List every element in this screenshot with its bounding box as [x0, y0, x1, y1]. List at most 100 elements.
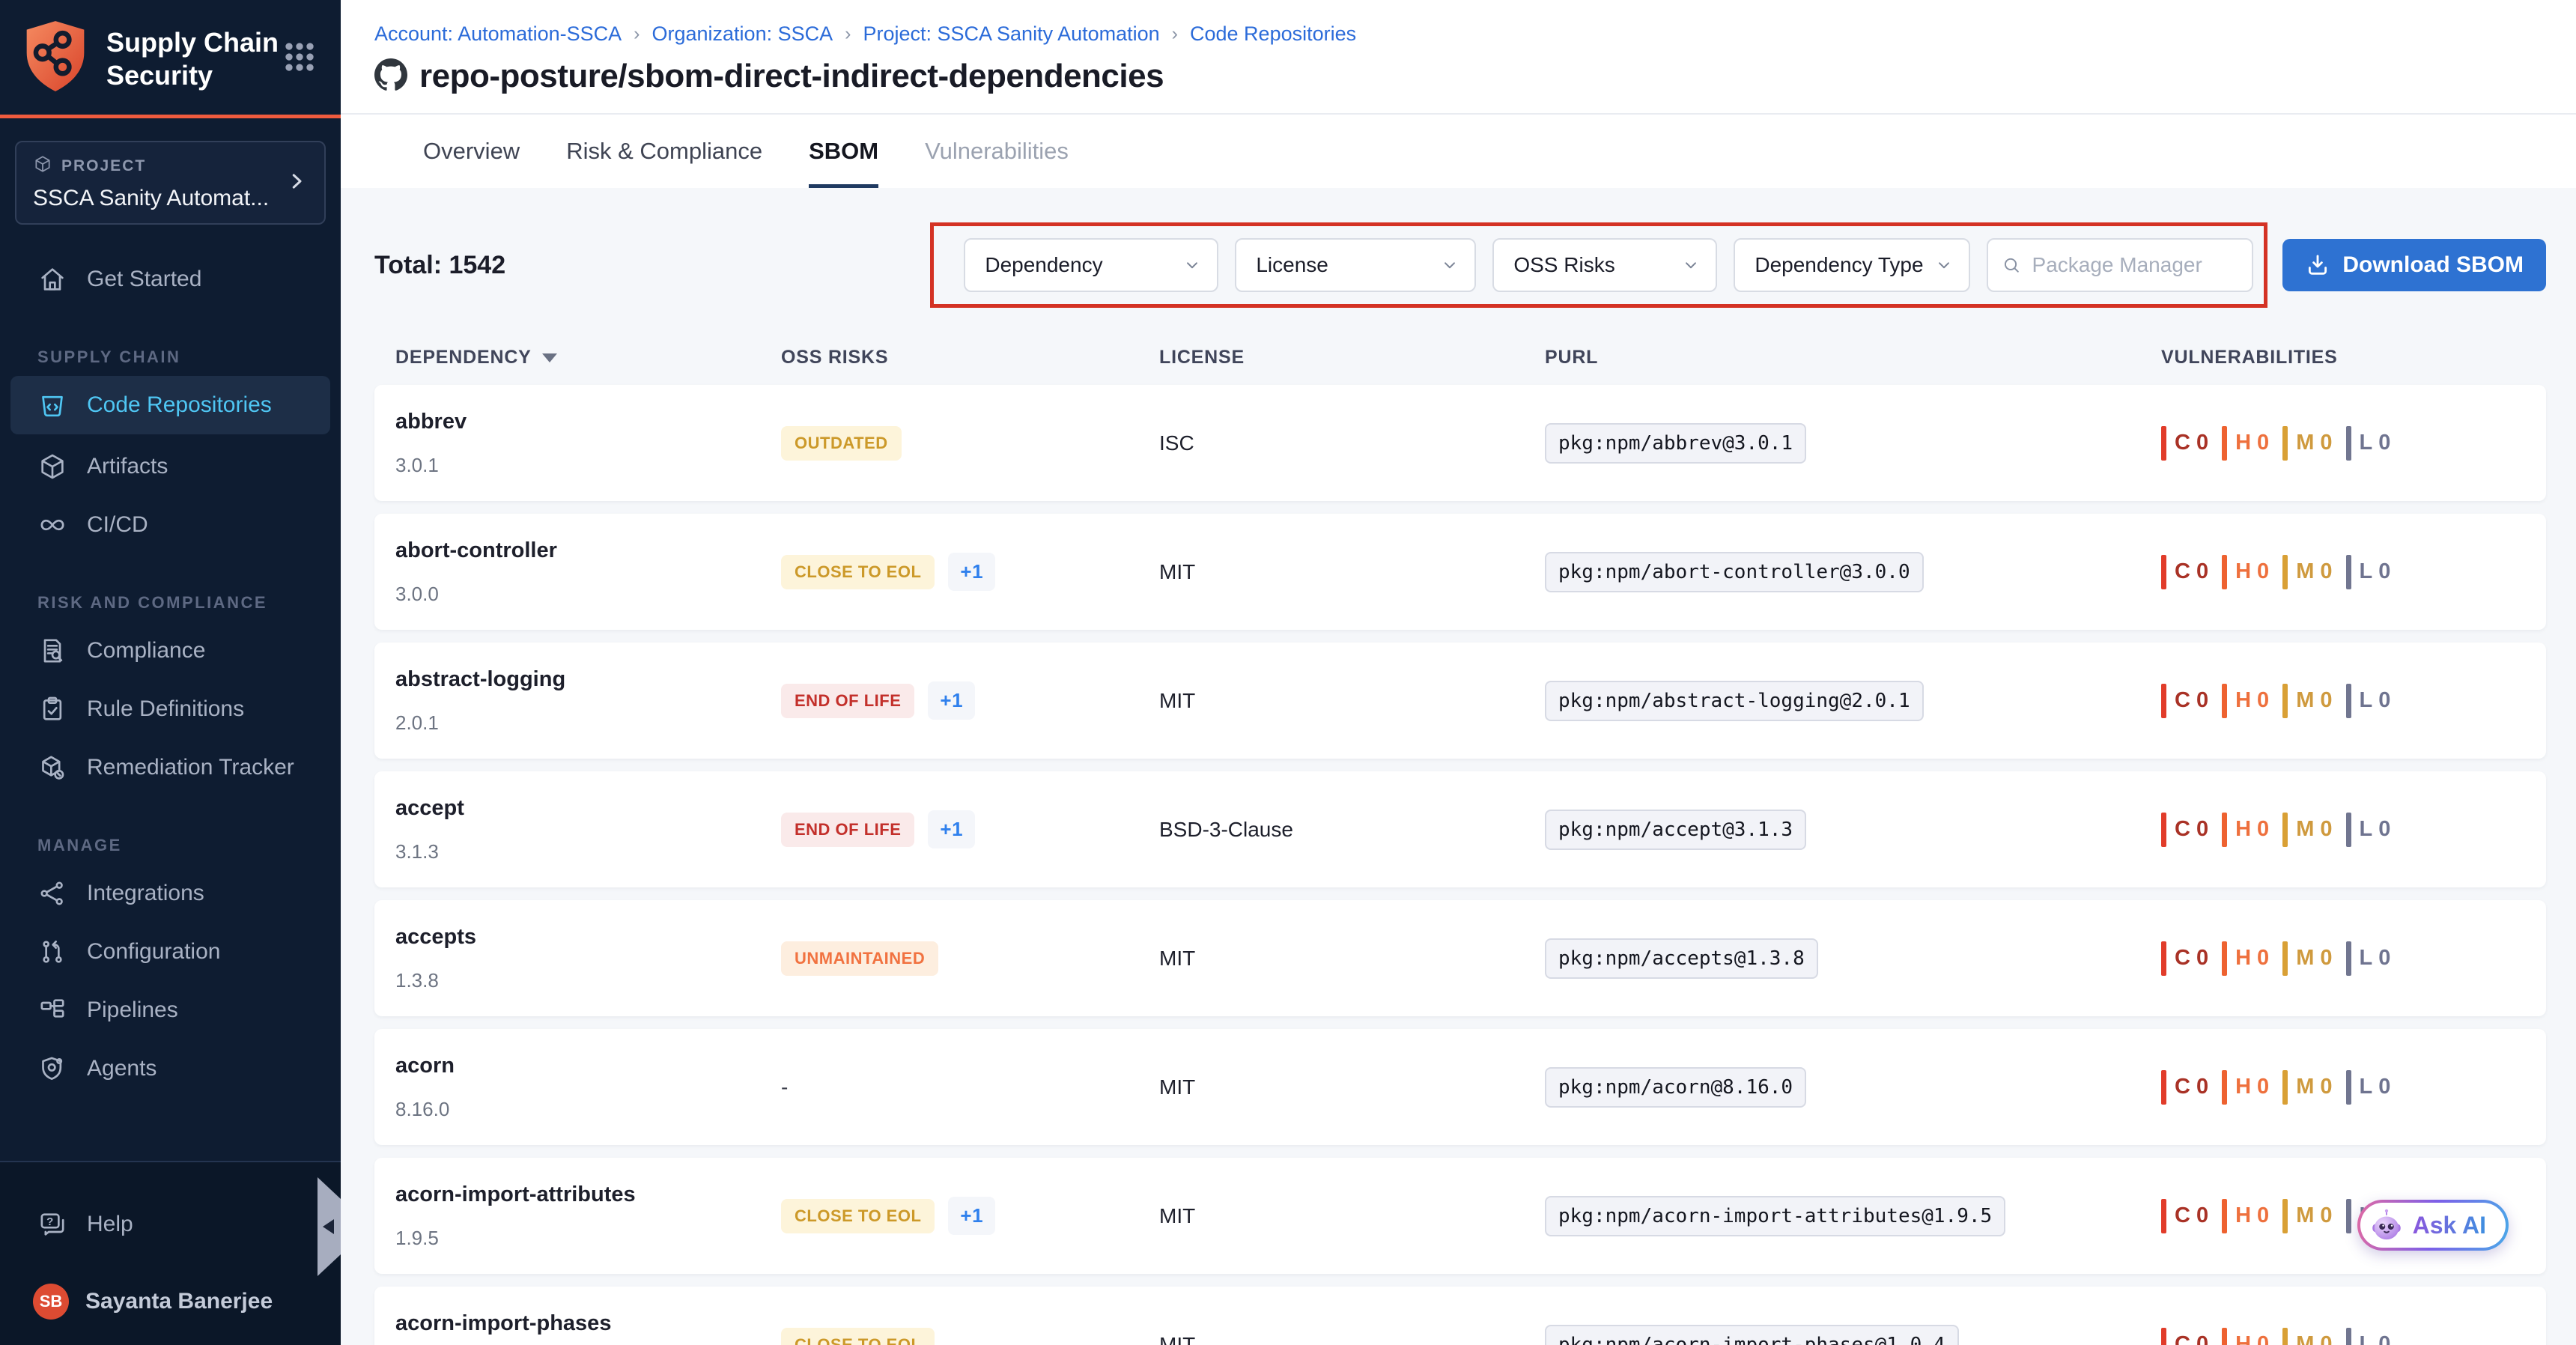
sidebar-item-code-repositories[interactable]: Code Repositories [10, 376, 330, 434]
breadcrumb-separator: › [1172, 23, 1178, 45]
table-row[interactable]: abort-controller 3.0.0 CLOSE TO EOL+1 MI… [374, 514, 2546, 630]
oss-risks-filter-dropdown[interactable]: OSS Risks [1492, 238, 1717, 292]
dependency-version: 3.1.3 [395, 840, 781, 863]
user-menu[interactable]: SB Sayanta Banerjee [0, 1284, 341, 1320]
vuln-severity-bar [2346, 426, 2351, 461]
table-row[interactable]: accept 3.1.3 END OF LIFE+1 BSD-3-Clause … [374, 771, 2546, 887]
clipboard-check-icon [37, 694, 67, 724]
vuln-count-high: H0 [2222, 941, 2269, 976]
table-row[interactable]: acorn-import-phases 1.0.4 CLOSE TO EOL M… [374, 1287, 2546, 1345]
vuln-count-low: L0 [2346, 426, 2391, 461]
project-selector[interactable]: PROJECT SSCA Sanity Automat... [15, 141, 326, 225]
sidebar-item-get-started[interactable]: Get Started [0, 250, 341, 309]
tab-sbom[interactable]: SBOM [809, 115, 878, 188]
dependency-name: acorn-import-phases [395, 1311, 781, 1336]
sort-descending-icon [542, 353, 557, 362]
oss-risk-badge: END OF LIFE [781, 813, 914, 847]
supply-chain-security-logo-icon [21, 19, 90, 98]
dependency-version: 1.3.8 [395, 969, 781, 992]
vuln-count-low: L0 [2346, 941, 2391, 976]
vuln-severity-bar [2346, 813, 2351, 847]
tab-risk-compliance[interactable]: Risk & Compliance [566, 115, 762, 188]
oss-risks-cell: OUTDATED [781, 426, 1159, 461]
more-risks-badge[interactable]: +1 [948, 553, 995, 591]
sidebar-item-help[interactable]: ? Help [0, 1195, 341, 1254]
vuln-severity-bar [2161, 555, 2166, 589]
sidebar-item-artifacts[interactable]: Artifacts [0, 437, 341, 496]
purl-cell: pkg:npm/acorn-import-phases@1.0.4 [1545, 1325, 2161, 1345]
vuln-count-medium: M0 [2282, 1070, 2332, 1105]
column-header-purl: PURL [1545, 347, 2161, 368]
dependency-cell: abbrev 3.0.1 [395, 410, 781, 477]
oss-risk-badge: OUTDATED [781, 426, 902, 461]
sidebar-item-compliance[interactable]: Compliance [0, 622, 341, 680]
license-cell: BSD-3-Clause [1159, 818, 1545, 842]
sidebar-item-rule-definitions[interactable]: Rule Definitions [0, 680, 341, 738]
breadcrumb-organization[interactable]: Organization: SSCA [652, 22, 833, 46]
ask-ai-button[interactable]: Ask AI [2357, 1200, 2509, 1251]
breadcrumb-account[interactable]: Account: Automation-SSCA [374, 22, 622, 46]
purl-cell: pkg:npm/accept@3.1.3 [1545, 810, 2161, 850]
license-cell: MIT [1159, 689, 1545, 713]
column-header-dependency-sort[interactable]: DEPENDENCY [395, 347, 781, 368]
more-risks-badge[interactable]: +1 [928, 681, 975, 720]
more-risks-badge[interactable]: +1 [928, 810, 975, 848]
sidebar-item-label: Compliance [87, 638, 205, 664]
more-risks-badge[interactable]: +1 [948, 1197, 995, 1235]
dependency-table: abbrev 3.0.1 OUTDATED ISC pkg:npm/abbrev… [374, 385, 2546, 1345]
license-filter-dropdown[interactable]: License [1235, 238, 1476, 292]
table-row[interactable]: abbrev 3.0.1 OUTDATED ISC pkg:npm/abbrev… [374, 385, 2546, 501]
purl-value: pkg:npm/accepts@1.3.8 [1545, 938, 1818, 979]
no-risks-placeholder: - [781, 1075, 788, 1099]
vuln-count-high: H0 [2222, 813, 2269, 847]
dependency-name: accept [395, 796, 781, 821]
dependency-filter-dropdown[interactable]: Dependency [964, 238, 1218, 292]
vuln-count-critical: C0 [2161, 941, 2208, 976]
breadcrumb-code-repositories[interactable]: Code Repositories [1190, 22, 1356, 46]
sidebar-item-label: Get Started [87, 267, 201, 292]
purl-value: pkg:npm/acorn-import-attributes@1.9.5 [1545, 1196, 2005, 1236]
dependency-cell: acorn-import-phases 1.0.4 [395, 1311, 781, 1345]
tab-vulnerabilities[interactable]: Vulnerabilities [925, 115, 1069, 188]
page-title: repo-posture/sbom-direct-indirect-depend… [419, 58, 1164, 95]
purl-cell: pkg:npm/acorn@8.16.0 [1545, 1067, 2161, 1108]
download-sbom-button[interactable]: Download SBOM [2282, 239, 2546, 291]
sidebar-item-cicd[interactable]: CI/CD [0, 496, 341, 554]
vuln-severity-bar [2161, 1199, 2166, 1233]
dropdown-label: Dependency Type [1755, 253, 1923, 277]
vuln-count-critical: C0 [2161, 813, 2208, 847]
sidebar-item-remediation-tracker[interactable]: Remediation Tracker [0, 738, 341, 797]
vuln-severity-bar [2222, 426, 2227, 461]
table-row[interactable]: acorn-import-attributes 1.9.5 CLOSE TO E… [374, 1158, 2546, 1274]
download-label: Download SBOM [2342, 252, 2524, 278]
vuln-count-high: H0 [2222, 1328, 2269, 1345]
sidebar-item-pipelines[interactable]: Pipelines [0, 981, 341, 1039]
dropdown-label: OSS Risks [1513, 253, 1614, 277]
table-row[interactable]: accepts 1.3.8 UNMAINTAINED MIT pkg:npm/a… [374, 900, 2546, 1016]
sidebar-item-agents[interactable]: Agents [0, 1039, 341, 1098]
breadcrumb: Account: Automation-SSCA › Organization:… [374, 22, 2576, 46]
app-grid-icon[interactable] [284, 41, 315, 76]
tab-overview[interactable]: Overview [423, 115, 520, 188]
table-row[interactable]: acorn 8.16.0 - MIT pkg:npm/acorn@8.16.0 … [374, 1029, 2546, 1145]
vuln-count-high: H0 [2222, 1070, 2269, 1105]
dependency-version: 3.0.0 [395, 583, 781, 606]
purl-value: pkg:npm/abort-controller@3.0.0 [1545, 552, 1924, 592]
dependency-version: 2.0.1 [395, 711, 781, 735]
sidebar-item-configuration[interactable]: Configuration [0, 923, 341, 981]
dependency-type-filter-dropdown[interactable]: Dependency Type [1734, 238, 1970, 292]
vuln-severity-bar [2282, 813, 2288, 847]
sidebar-item-integrations[interactable]: Integrations [0, 864, 341, 923]
vuln-count-high: H0 [2222, 555, 2269, 589]
vuln-count-medium: M0 [2282, 1199, 2332, 1233]
sidebar-item-label: Remediation Tracker [87, 755, 294, 780]
dependency-name: abstract-logging [395, 667, 781, 692]
chevron-down-icon [1934, 255, 1954, 275]
purl-value: pkg:npm/abstract-logging@2.0.1 [1545, 681, 1924, 721]
table-row[interactable]: abstract-logging 2.0.1 END OF LIFE+1 MIT… [374, 643, 2546, 759]
dependency-version: 1.9.5 [395, 1227, 781, 1250]
breadcrumb-separator: › [634, 23, 640, 45]
package-manager-input[interactable] [2032, 253, 2239, 277]
breadcrumb-project[interactable]: Project: SSCA Sanity Automation [863, 22, 1159, 46]
dependency-name: acorn-import-attributes [395, 1182, 781, 1207]
